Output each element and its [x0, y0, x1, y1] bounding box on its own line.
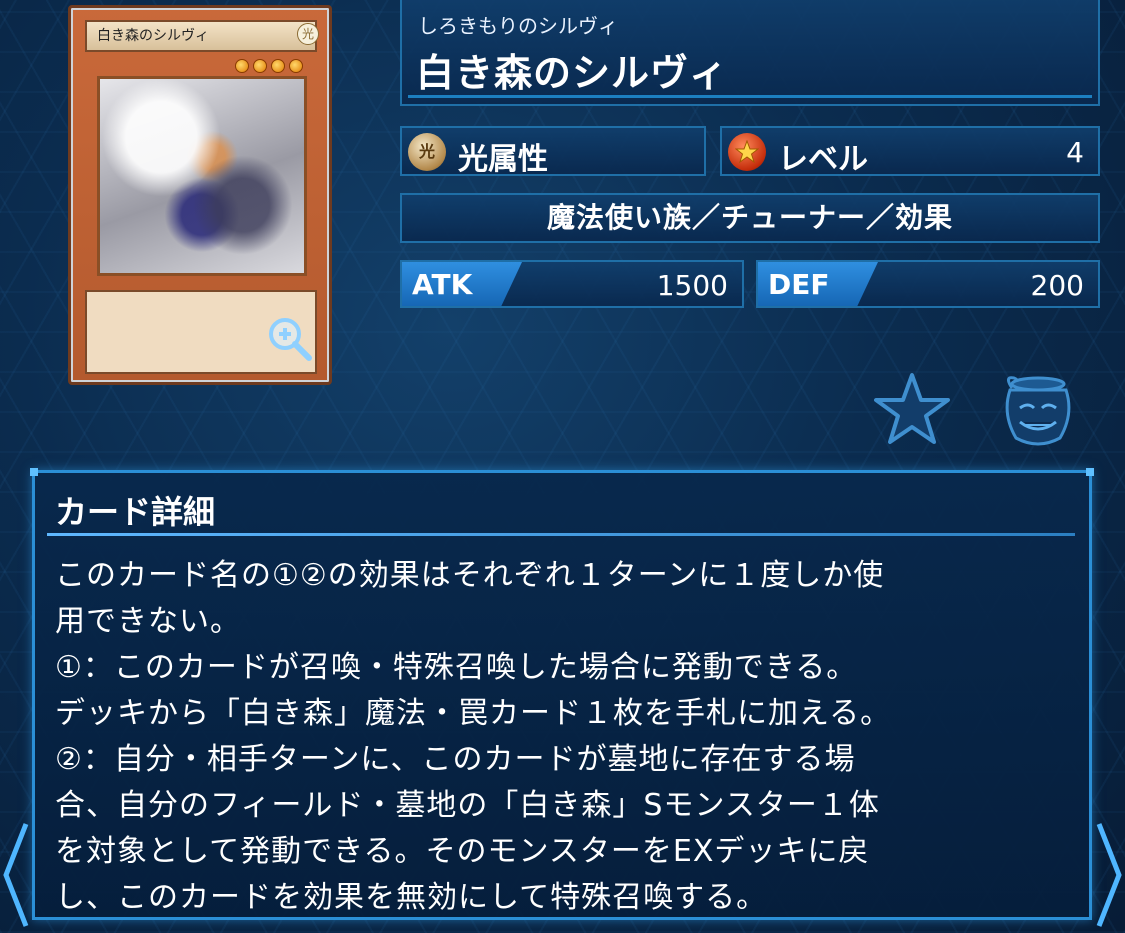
card-text-box [85, 290, 317, 374]
card-effect-text: このカード名の①②の効果はそれぞれ１ターンに１度しか使 用できない。 ①：このカ… [55, 558, 892, 915]
card-attribute-icon: 光 [297, 23, 319, 45]
attribute-label: 光属性 [458, 142, 548, 177]
card-detail-box: カード詳細 このカード名の①②の効果はそれぞれ１ターンに１度しか使 用できない。… [30, 468, 1094, 920]
level-star-icon [728, 133, 766, 171]
divider [47, 533, 1075, 536]
card-level-stars [231, 58, 311, 73]
atk-panel: ATK 1500 [400, 260, 744, 308]
atk-tag: ATK [402, 262, 522, 306]
light-attribute-icon: 光 [408, 133, 446, 171]
star-icon[interactable] [874, 372, 950, 446]
def-panel: DEF 200 [756, 260, 1100, 308]
def-tag: DEF [758, 262, 878, 306]
atk-value: 1500 [656, 269, 728, 302]
zoom-icon[interactable] [265, 314, 313, 362]
level-label: レベル [778, 142, 868, 177]
card-name-ruby: しろきもりのシルヴィ [418, 14, 618, 38]
level-value: 4 [1066, 136, 1084, 169]
level-panel: レベル 4 [720, 126, 1100, 177]
chevron-left-icon[interactable] [0, 820, 30, 930]
card-artwork [97, 76, 307, 276]
chevron-right-icon[interactable] [1095, 820, 1125, 930]
atk-label: ATK [412, 268, 473, 301]
def-label: DEF [768, 268, 830, 301]
card-type-line: 魔法使い族／チューナー／効果 [546, 201, 953, 234]
card-image[interactable]: 白き森のシルヴィ 光 [68, 5, 332, 385]
card-name: 白き森のシルヴィ [416, 51, 729, 95]
card-detail-title: カード詳細 [55, 493, 216, 531]
def-value: 200 [1030, 269, 1084, 302]
pot-icon[interactable] [994, 374, 1078, 448]
card-name-panel: しろきもりのシルヴィ 白き森のシルヴィ [400, 0, 1100, 106]
attribute-panel: 光 光属性 [400, 126, 706, 177]
type-panel: 魔法使い族／チューナー／効果 [400, 193, 1100, 243]
card-image-name: 白き森のシルヴィ [85, 20, 317, 52]
